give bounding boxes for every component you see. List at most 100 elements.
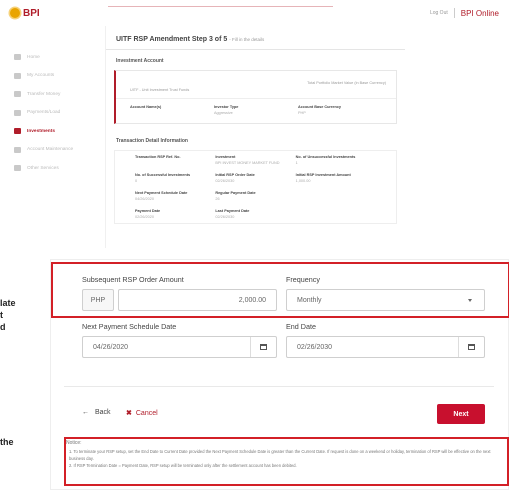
menu-icon	[14, 165, 21, 172]
logout-link[interactable]: Log Out	[430, 10, 448, 16]
calendar-button[interactable]	[250, 337, 276, 357]
sidebar-item-label: Payments/Load	[27, 110, 61, 116]
sidebar: Home My Accounts Transfer Money Payments…	[14, 48, 94, 178]
total-value-label: Total Portfolio Market Value (in Base Cu…	[307, 77, 386, 85]
main-content: UITF RSP Amendment Step 3 of 5 - Fill in…	[105, 26, 405, 248]
field-value: 02/26/2030	[215, 179, 235, 183]
field-label: Investment	[215, 155, 236, 159]
page: BPI Log Out BPI Online Home My Accounts …	[0, 0, 509, 490]
field-value: Aggressive	[214, 111, 233, 115]
grid-cell: Initial RSP Order Date 02/26/2030	[215, 173, 295, 183]
next-date-input[interactable]: 04/26/2020	[82, 336, 277, 358]
sidebar-item-home[interactable]: Home	[14, 48, 94, 67]
next-date-label: Next Payment Schedule Date	[82, 322, 177, 331]
background-screenshot: BPI Log Out BPI Online Home My Accounts …	[0, 0, 509, 248]
next-date-value: 04/26/2020	[93, 343, 129, 351]
sidebar-item-label: Other Services	[27, 165, 59, 171]
grid-cell	[296, 191, 376, 201]
calendar-icon	[260, 344, 267, 350]
side-text-fragment: late t d	[0, 297, 16, 333]
cancel-button[interactable]: ✖ Cancel	[126, 409, 158, 418]
grid-cell: Transaction RSP Ref. No.	[135, 155, 215, 165]
chart-icon	[14, 128, 21, 135]
field-value: 02/26/2030	[215, 215, 235, 219]
fragment-line: late	[0, 298, 16, 308]
field-label: Next Payment Schedule Date	[135, 191, 188, 195]
end-date-label: End Date	[286, 322, 316, 331]
sidebar-item-accounts[interactable]: My Accounts	[14, 67, 94, 86]
field-label: Initial RSP Order Date	[215, 173, 255, 177]
back-button[interactable]: ← Back	[82, 409, 111, 416]
header-right: Log Out BPI Online	[430, 8, 499, 18]
sidebar-item-label: Transfer Money	[27, 91, 61, 97]
divider	[453, 8, 455, 18]
investment-account-heading: Investment Account	[116, 58, 164, 64]
sun-icon	[10, 8, 20, 18]
progress-line	[108, 6, 333, 7]
total-value-text: Total Portfolio Market Value (in Base Cu…	[307, 81, 386, 85]
transaction-grid: Transaction RSP Ref. No. Investment BPI I…	[114, 150, 397, 224]
accounts-icon	[14, 72, 21, 79]
top-bar: BPI Log Out BPI Online	[0, 0, 509, 26]
sidebar-item-transfer[interactable]: Transfer Money	[14, 85, 94, 104]
close-icon: ✖	[126, 410, 132, 417]
grid-cell: No. of Successful Investments 0	[135, 173, 215, 183]
back-label: Back	[95, 409, 111, 416]
field-label: No. of Unsuccessful Investments	[295, 155, 356, 159]
divider	[64, 386, 494, 387]
grid-cell: Next Payment Schedule Date 04/26/2020	[135, 191, 215, 201]
sidebar-item-label: Account Maintenance	[27, 147, 74, 153]
arrow-left-icon: ←	[82, 409, 89, 416]
end-date-input[interactable]: 02/26/2030	[286, 336, 485, 358]
highlight-box	[51, 262, 509, 318]
account-name-field: Account Name(s)	[130, 105, 214, 117]
field-label: Regular Payment Date	[215, 191, 256, 195]
field-label: Last Payment Date	[215, 209, 250, 213]
home-icon	[14, 54, 21, 61]
sidebar-item-label: My Accounts	[27, 73, 55, 79]
field-value: BPI INVEST MONEY MARKET FUND	[215, 161, 280, 165]
title-subtext: - Fill in the details	[229, 37, 265, 42]
grid-cell: Payment Date 02/26/2020	[135, 209, 215, 219]
grid-cell: Last Payment Date 02/26/2030	[215, 209, 295, 219]
base-currency-field: Account Base Currency PHP	[298, 105, 382, 117]
sidebar-item-payments[interactable]: Payments/Load	[14, 104, 94, 123]
field-label: Transaction RSP Ref. No.	[135, 155, 181, 159]
page-title: UITF RSP Amendment Step 3 of 5 - Fill in…	[106, 26, 405, 50]
sidebar-item-maintenance[interactable]: Account Maintenance	[14, 141, 94, 160]
payments-icon	[14, 109, 21, 116]
end-date-value: 02/26/2030	[297, 343, 333, 351]
field-label: Investor Type	[214, 105, 239, 109]
cancel-label: Cancel	[135, 409, 158, 417]
field-value: 1	[295, 161, 298, 165]
fund-row: UITF - Unit Investment Trust Funds Total…	[116, 71, 396, 99]
investor-type-field: Investor Type Aggressive	[214, 105, 298, 117]
field-value: 0	[135, 179, 138, 183]
field-label: Initial RSP Investment Amount	[295, 173, 351, 177]
sidebar-item-label: Investments	[27, 128, 55, 134]
grid-cell	[296, 209, 376, 219]
brand-label: BPI Online	[460, 8, 499, 18]
fragment-line: d	[0, 322, 6, 332]
sidebar-item-other[interactable]: Other Services	[14, 159, 94, 178]
transfer-icon	[14, 91, 21, 98]
logo-text: BPI	[23, 7, 40, 19]
account-details-row: Account Name(s) Investor Type Aggressive …	[116, 99, 396, 123]
grid-cell: No. of Unsuccessful Investments 1	[296, 155, 376, 165]
fragment-line: t	[0, 310, 3, 320]
sidebar-item-investments[interactable]: Investments	[14, 122, 94, 141]
field-label: No. of Successful Investments	[135, 173, 191, 177]
highlight-box	[64, 437, 509, 486]
calendar-icon	[468, 344, 475, 350]
user-icon	[14, 146, 21, 153]
field-value: 04/26/2020	[135, 197, 155, 201]
investment-account-card: UITF - Unit Investment Trust Funds Total…	[114, 70, 397, 124]
field-label: Payment Date	[135, 209, 161, 213]
grid-cell: Investment BPI INVEST MONEY MARKET FUND	[215, 155, 295, 165]
grid-cell: Regular Payment Date 26	[215, 191, 295, 201]
next-button[interactable]: Next	[437, 404, 485, 424]
calendar-button[interactable]	[458, 337, 484, 357]
bpi-logo[interactable]: BPI	[10, 8, 40, 19]
fund-label: UITF - Unit Investment Trust Funds	[130, 88, 190, 92]
field-value: 26	[215, 197, 220, 201]
